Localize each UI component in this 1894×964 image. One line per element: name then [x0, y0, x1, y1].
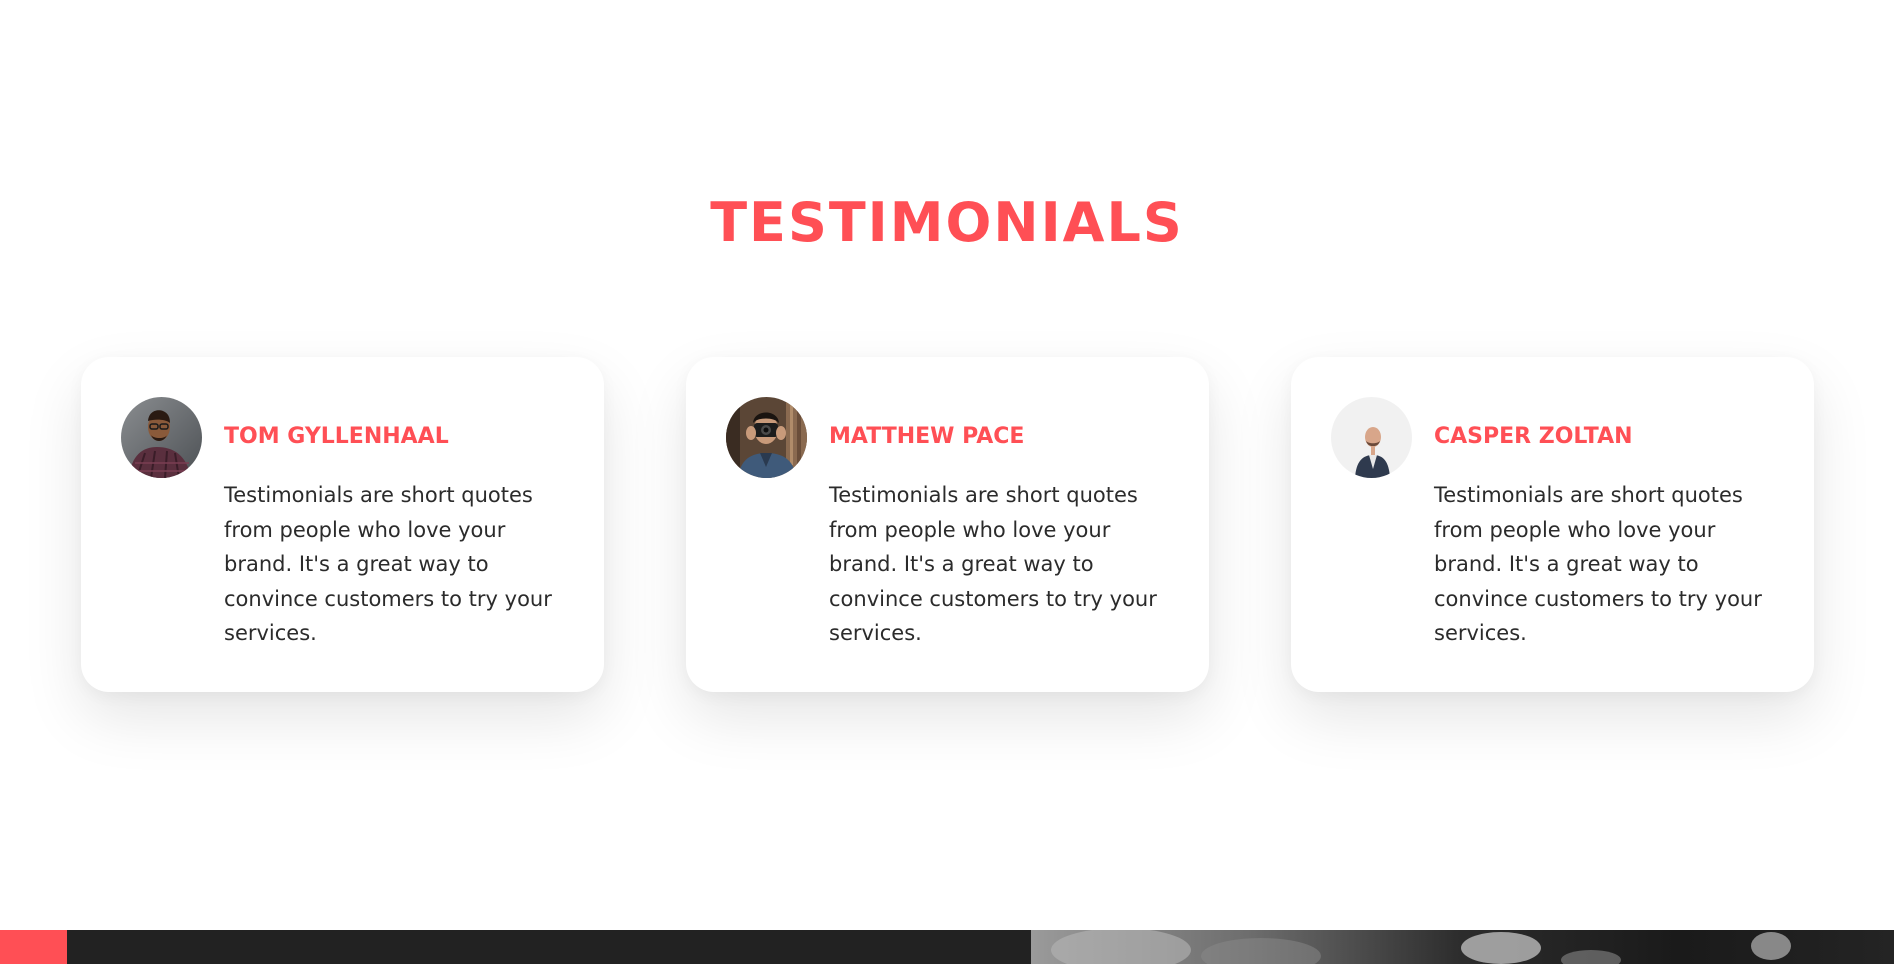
testimonial-card: TOM GYLLENHAAL Testimonials are short qu… — [81, 357, 604, 692]
testimonial-name: CASPER ZOLTAN — [1434, 424, 1633, 449]
testimonials-page: TESTIMONIALS TOM GYLLENHAAL Testimonials… — [0, 0, 1894, 964]
testimonial-quote: Testimonials are short quotes from peopl… — [224, 483, 552, 645]
avatar — [1331, 397, 1412, 478]
testimonial-name: TOM GYLLENHAAL — [224, 424, 449, 449]
testimonial-card: CASPER ZOLTAN Testimonials are short quo… — [1291, 357, 1814, 692]
footer-accent-block — [0, 930, 67, 964]
avatar — [121, 397, 202, 478]
footer-background-image — [1031, 930, 1894, 964]
testimonial-quote: Testimonials are short quotes from peopl… — [1434, 483, 1762, 645]
section-title: TESTIMONIALS — [710, 191, 1184, 254]
testimonial-card: MATTHEW PACE Testimonials are short quot… — [686, 357, 1209, 692]
testimonial-name: MATTHEW PACE — [829, 424, 1025, 449]
footer-photo — [1031, 930, 1894, 964]
avatar-photo-matthew — [726, 397, 807, 478]
avatar-photo-tom — [121, 397, 202, 478]
footer-bar — [0, 930, 1894, 964]
avatar-photo-casper — [1331, 397, 1412, 478]
avatar — [726, 397, 807, 478]
testimonial-quote: Testimonials are short quotes from peopl… — [829, 483, 1157, 645]
